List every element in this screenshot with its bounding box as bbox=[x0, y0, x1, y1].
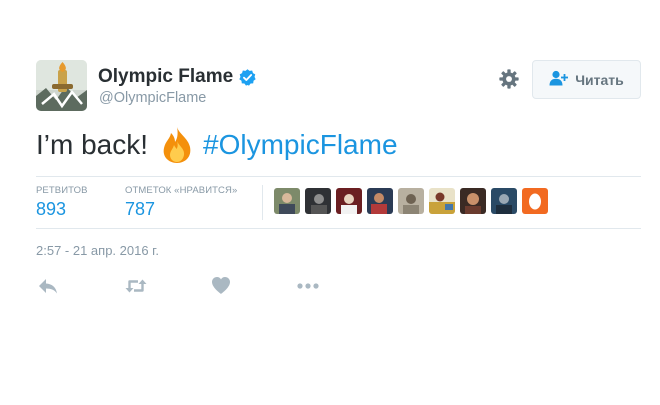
liker-avatar[interactable] bbox=[491, 188, 517, 214]
author-handle[interactable]: @OlympicFlame bbox=[99, 90, 206, 106]
author-display-name[interactable]: Olympic Flame bbox=[98, 66, 233, 88]
follow-button[interactable]: Читать bbox=[532, 60, 641, 99]
likes-label: ОТМЕТОК «НРАВИТСЯ» bbox=[125, 185, 238, 196]
retweet-icon[interactable] bbox=[124, 276, 148, 296]
liker-avatar[interactable] bbox=[305, 188, 331, 214]
gear-icon[interactable] bbox=[498, 68, 520, 90]
retweets-count[interactable]: 893 bbox=[36, 199, 66, 220]
liker-avatar[interactable] bbox=[460, 188, 486, 214]
liker-avatar[interactable] bbox=[398, 188, 424, 214]
author-avatar[interactable] bbox=[36, 60, 87, 111]
stats-separator bbox=[262, 185, 263, 220]
liker-avatar[interactable] bbox=[367, 188, 393, 214]
reply-icon[interactable] bbox=[37, 276, 59, 296]
liker-avatar[interactable] bbox=[336, 188, 362, 214]
tweet-text-body: I’m back! bbox=[36, 129, 149, 160]
tweet-timestamp[interactable]: 2:57 - 21 апр. 2016 г. bbox=[36, 243, 159, 258]
hashtag-link[interactable]: #OlympicFlame bbox=[203, 129, 397, 161]
tweet-text: I’m back! #OlympicFlame bbox=[36, 126, 398, 164]
divider bbox=[36, 228, 641, 229]
likes-count[interactable]: 787 bbox=[125, 199, 155, 220]
likers-avatars bbox=[274, 188, 548, 214]
divider bbox=[36, 176, 641, 177]
liker-avatar[interactable] bbox=[429, 188, 455, 214]
heart-icon[interactable] bbox=[211, 276, 233, 296]
liker-avatar[interactable] bbox=[274, 188, 300, 214]
follow-button-label: Читать bbox=[575, 71, 624, 88]
add-person-icon bbox=[549, 70, 569, 89]
verified-badge-icon bbox=[238, 68, 257, 87]
retweets-label: РЕТВИТОВ bbox=[36, 185, 88, 196]
liker-avatar[interactable] bbox=[522, 188, 548, 214]
author-name[interactable]: Olympic Flame bbox=[98, 66, 257, 88]
more-icon[interactable] bbox=[296, 276, 320, 296]
fire-emoji bbox=[160, 126, 194, 164]
